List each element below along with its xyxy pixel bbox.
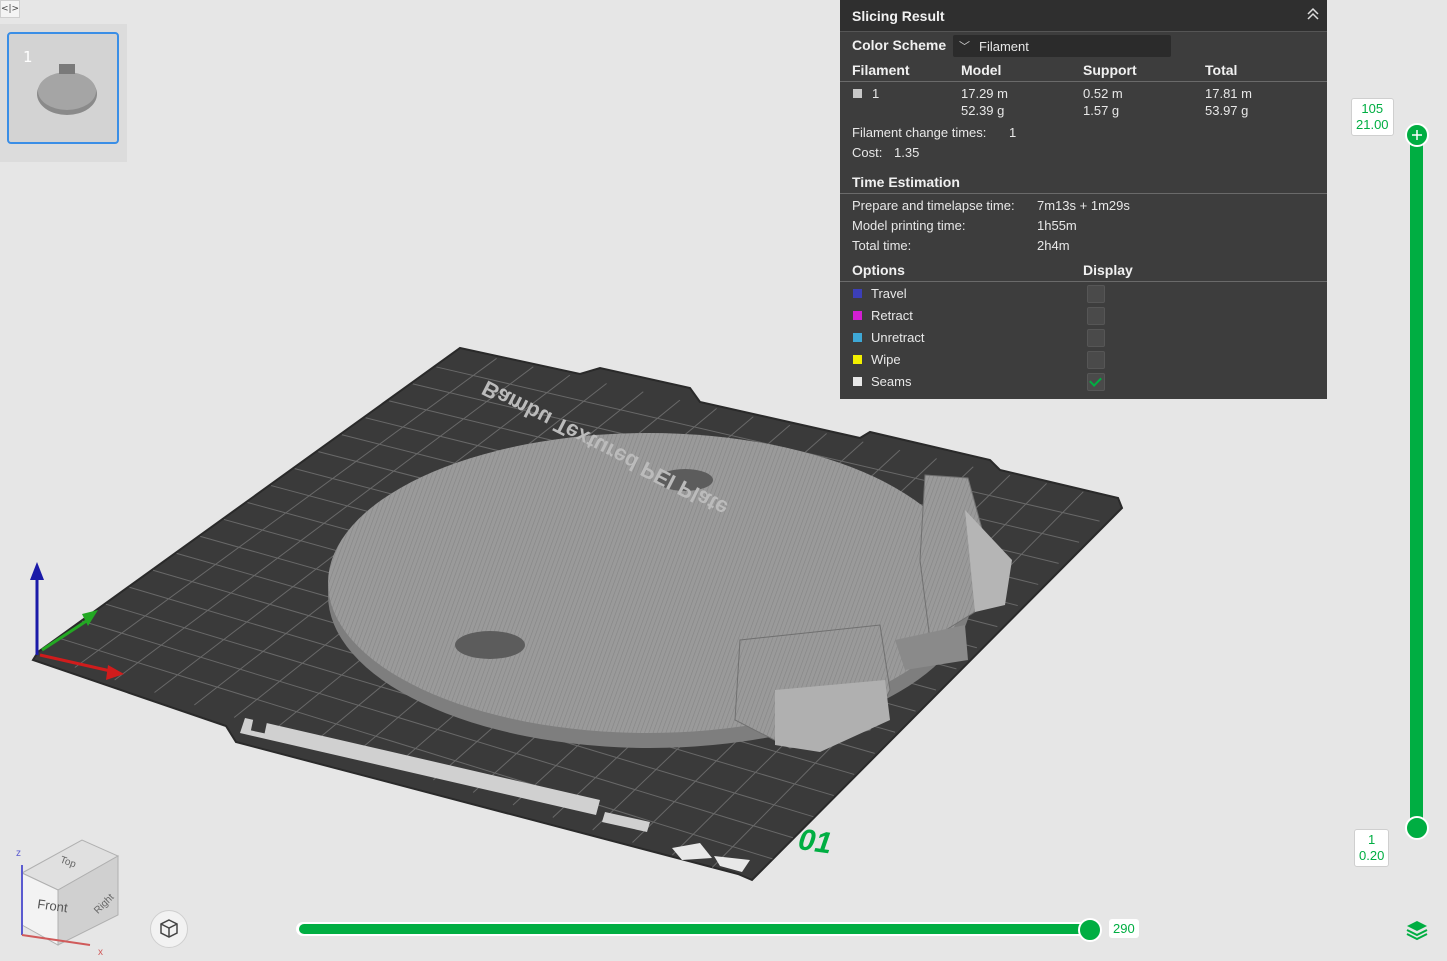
option-travel-checkbox[interactable]: [1087, 285, 1105, 303]
seams-color-swatch: [853, 377, 862, 386]
slicing-result-header: Slicing Result: [840, 0, 1327, 32]
option-seams-label: Seams: [871, 374, 912, 389]
filament-color-swatch: [853, 89, 862, 98]
support-length: 0.52 m: [1083, 86, 1123, 101]
option-wipe-label: Wipe: [871, 352, 901, 367]
option-travel-label: Travel: [871, 286, 907, 301]
option-seams-checkbox[interactable]: [1087, 373, 1105, 391]
filament-change-value: 1: [1009, 125, 1017, 140]
wipe-color-swatch: [853, 355, 862, 364]
color-scheme-value: Filament: [979, 39, 1029, 54]
plus-icon: [1412, 130, 1422, 140]
top-layer-height: 21.00: [1356, 117, 1389, 132]
prepare-time-value: 7m13s + 1m29s: [1037, 198, 1130, 213]
model-time-label: Model printing time:: [852, 218, 966, 233]
header-support: Support: [1083, 62, 1137, 78]
top-layer-number: 105: [1361, 101, 1384, 116]
view-cube-x: x: [98, 947, 103, 958]
cost-value: 1.35: [894, 145, 920, 160]
model-length: 17.29 m: [961, 86, 1008, 101]
header-total: Total: [1205, 62, 1238, 78]
layer-slider-top-label: 105 21.00: [1351, 98, 1394, 136]
unretract-color-swatch: [853, 333, 862, 342]
divider: [840, 81, 1327, 82]
header-filament: Filament: [852, 62, 910, 78]
view-cube-z: z: [16, 848, 21, 859]
option-retract-label: Retract: [871, 308, 913, 323]
option-retract-checkbox[interactable]: [1087, 307, 1105, 325]
divider: [840, 193, 1327, 194]
cube-view-icon: [160, 919, 178, 938]
options-header: Options: [852, 262, 905, 278]
total-length: 17.81 m: [1205, 86, 1252, 101]
color-scheme-label: Color Scheme: [852, 37, 947, 53]
display-header: Display: [1083, 262, 1133, 278]
panel-title: Slicing Result: [852, 8, 945, 24]
color-scheme-dropdown[interactable]: ﹀ Filament: [953, 35, 1171, 57]
model-time-value: 1h55m: [1037, 218, 1077, 233]
time-estimation-title: Time Estimation: [852, 174, 960, 190]
prepare-time-label: Prepare and timelapse time:: [852, 198, 1015, 213]
layer-slider-top-handle[interactable]: [1405, 123, 1429, 147]
travel-color-swatch: [853, 289, 862, 298]
header-model: Model: [961, 62, 1002, 78]
move-slider-handle[interactable]: [1078, 918, 1102, 942]
total-time-label: Total time:: [852, 238, 912, 253]
plate-thumbnail-image: [37, 64, 97, 115]
filament-id: 1: [872, 86, 880, 101]
bottom-layer-number: 1: [1368, 832, 1376, 847]
view-reset-button[interactable]: [150, 910, 188, 948]
cost-label: Cost:: [852, 145, 883, 160]
total-time-value: 2h4m: [1037, 238, 1070, 253]
model-weight: 52.39 g: [961, 103, 1005, 118]
layer-slider-track[interactable]: [1410, 130, 1423, 830]
option-wipe-checkbox[interactable]: [1087, 351, 1105, 369]
option-unretract-checkbox[interactable]: [1087, 329, 1105, 347]
layer-slider-bottom-label: 1 0.20: [1354, 829, 1390, 867]
move-slider-fill: [299, 924, 1089, 934]
sidebar-toggle-icon[interactable]: <|>: [0, 0, 20, 18]
option-unretract-label: Unretract: [871, 330, 925, 345]
plate-index: 01: [796, 823, 834, 860]
layer-slider-bottom-handle[interactable]: [1405, 816, 1429, 840]
view-cube[interactable]: Top Front Right z x: [16, 839, 120, 958]
retract-color-swatch: [853, 311, 862, 320]
chevron-down-icon: ﹀: [959, 41, 970, 53]
collapse-up-icon[interactable]: [1305, 6, 1321, 22]
plate-thumbnail-panel: 1: [0, 24, 127, 162]
divider: [840, 281, 1327, 282]
plate-thumbnail[interactable]: 1: [7, 32, 119, 144]
layers-icon[interactable]: [1405, 918, 1429, 942]
filament-change-label: Filament change times:: [852, 125, 987, 140]
move-slider-value: 290: [1109, 919, 1139, 938]
total-weight: 53.97 g: [1205, 103, 1249, 118]
slicing-result-panel: Slicing Result Color Scheme ﹀ Filament F…: [840, 0, 1327, 399]
bottom-layer-height: 0.20: [1359, 848, 1385, 863]
support-weight: 1.57 g: [1083, 103, 1120, 118]
